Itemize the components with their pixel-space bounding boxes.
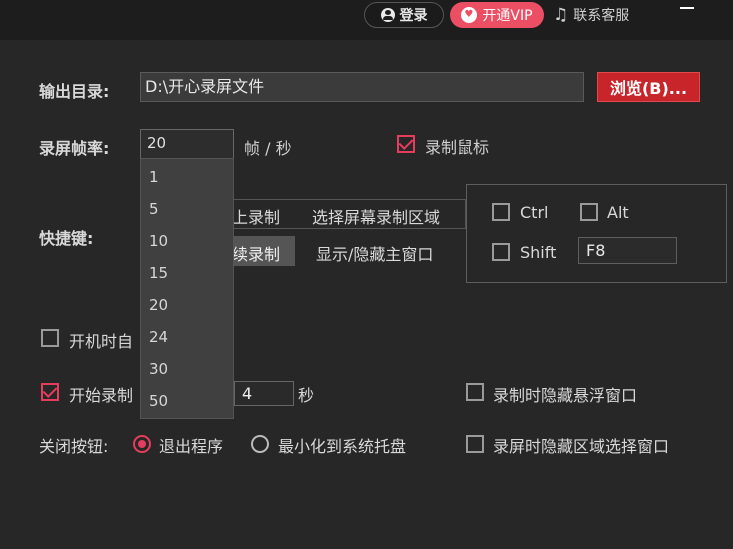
vip-button[interactable]: ♥ 开通VIP (450, 2, 544, 28)
hotkey-settings-panel (466, 184, 727, 283)
login-button[interactable]: 登录 (364, 2, 444, 28)
vip-label: 开通VIP (482, 8, 533, 24)
fps-select[interactable]: 20 (140, 129, 234, 159)
fps-unit: 帧 / 秒 (244, 139, 292, 158)
shift-checkbox[interactable] (492, 243, 510, 261)
service-label: 联系客服 (573, 8, 630, 24)
output-path-field[interactable]: D:\开心录屏文件 (140, 72, 584, 102)
minimize-tray-radio[interactable] (251, 435, 269, 453)
fps-option[interactable]: 50 (149, 392, 168, 410)
shift-label: Shift (520, 243, 557, 262)
countdown-label: 开始录制 (69, 386, 134, 405)
fps-option[interactable]: 30 (149, 360, 168, 378)
minimize-tray-label: 最小化到系统托盘 (278, 437, 407, 456)
startup-checkbox[interactable] (41, 329, 59, 347)
hide-float-checkbox[interactable] (466, 383, 484, 401)
fps-option[interactable]: 10 (149, 232, 168, 250)
fps-option[interactable]: 20 (149, 296, 168, 314)
hotkey-region-label: 选择屏幕录制区域 (312, 208, 441, 227)
fps-label: 录屏帧率: (39, 139, 110, 158)
fps-option[interactable]: 24 (149, 328, 168, 346)
fps-option[interactable]: 1 (149, 168, 159, 186)
hotkey-start-label: 上录制 (232, 208, 281, 227)
output-label: 输出目录: (39, 82, 110, 101)
countdown-checkbox[interactable] (41, 383, 59, 401)
exit-program-label: 退出程序 (159, 437, 224, 456)
startup-label: 开机时自 (69, 332, 134, 351)
login-label: 登录 (399, 8, 428, 24)
hide-float-label: 录制时隐藏悬浮窗口 (493, 386, 638, 405)
hide-region-label: 录屏时隐藏区域选择窗口 (493, 437, 670, 456)
hide-region-checkbox[interactable] (466, 435, 484, 453)
user-icon (380, 8, 395, 22)
headset-icon: ♫ (553, 5, 569, 25)
browse-button[interactable]: 浏览(B)... (597, 72, 700, 102)
record-mouse-checkbox[interactable] (397, 135, 415, 153)
countdown-unit: 秒 (298, 386, 315, 405)
hotkey-key-field[interactable]: F8 (578, 237, 677, 264)
ctrl-checkbox[interactable] (492, 203, 510, 221)
ctrl-label: Ctrl (520, 203, 549, 222)
fps-option[interactable]: 5 (149, 200, 159, 218)
record-mouse-label: 录制鼠标 (425, 138, 490, 157)
close-button-label: 关闭按钮: (39, 437, 109, 456)
countdown-input[interactable]: 4 (234, 381, 294, 406)
fps-dropdown[interactable]: 1 5 10 15 20 24 30 50 (140, 158, 234, 419)
diamond-icon: ♥ (461, 7, 478, 23)
alt-label: Alt (607, 203, 629, 222)
alt-checkbox[interactable] (580, 203, 598, 221)
exit-program-radio[interactable] (133, 435, 151, 453)
contact-service-link[interactable]: ♫ 联系客服 (553, 2, 629, 28)
hotkey-window-label: 显示/隐藏主窗口 (316, 245, 434, 264)
minimize-icon[interactable] (680, 7, 694, 9)
hotkey-pause-label: 续录制 (232, 245, 281, 264)
fps-option[interactable]: 15 (149, 264, 168, 282)
hotkeys-label: 快捷键: (39, 229, 94, 248)
